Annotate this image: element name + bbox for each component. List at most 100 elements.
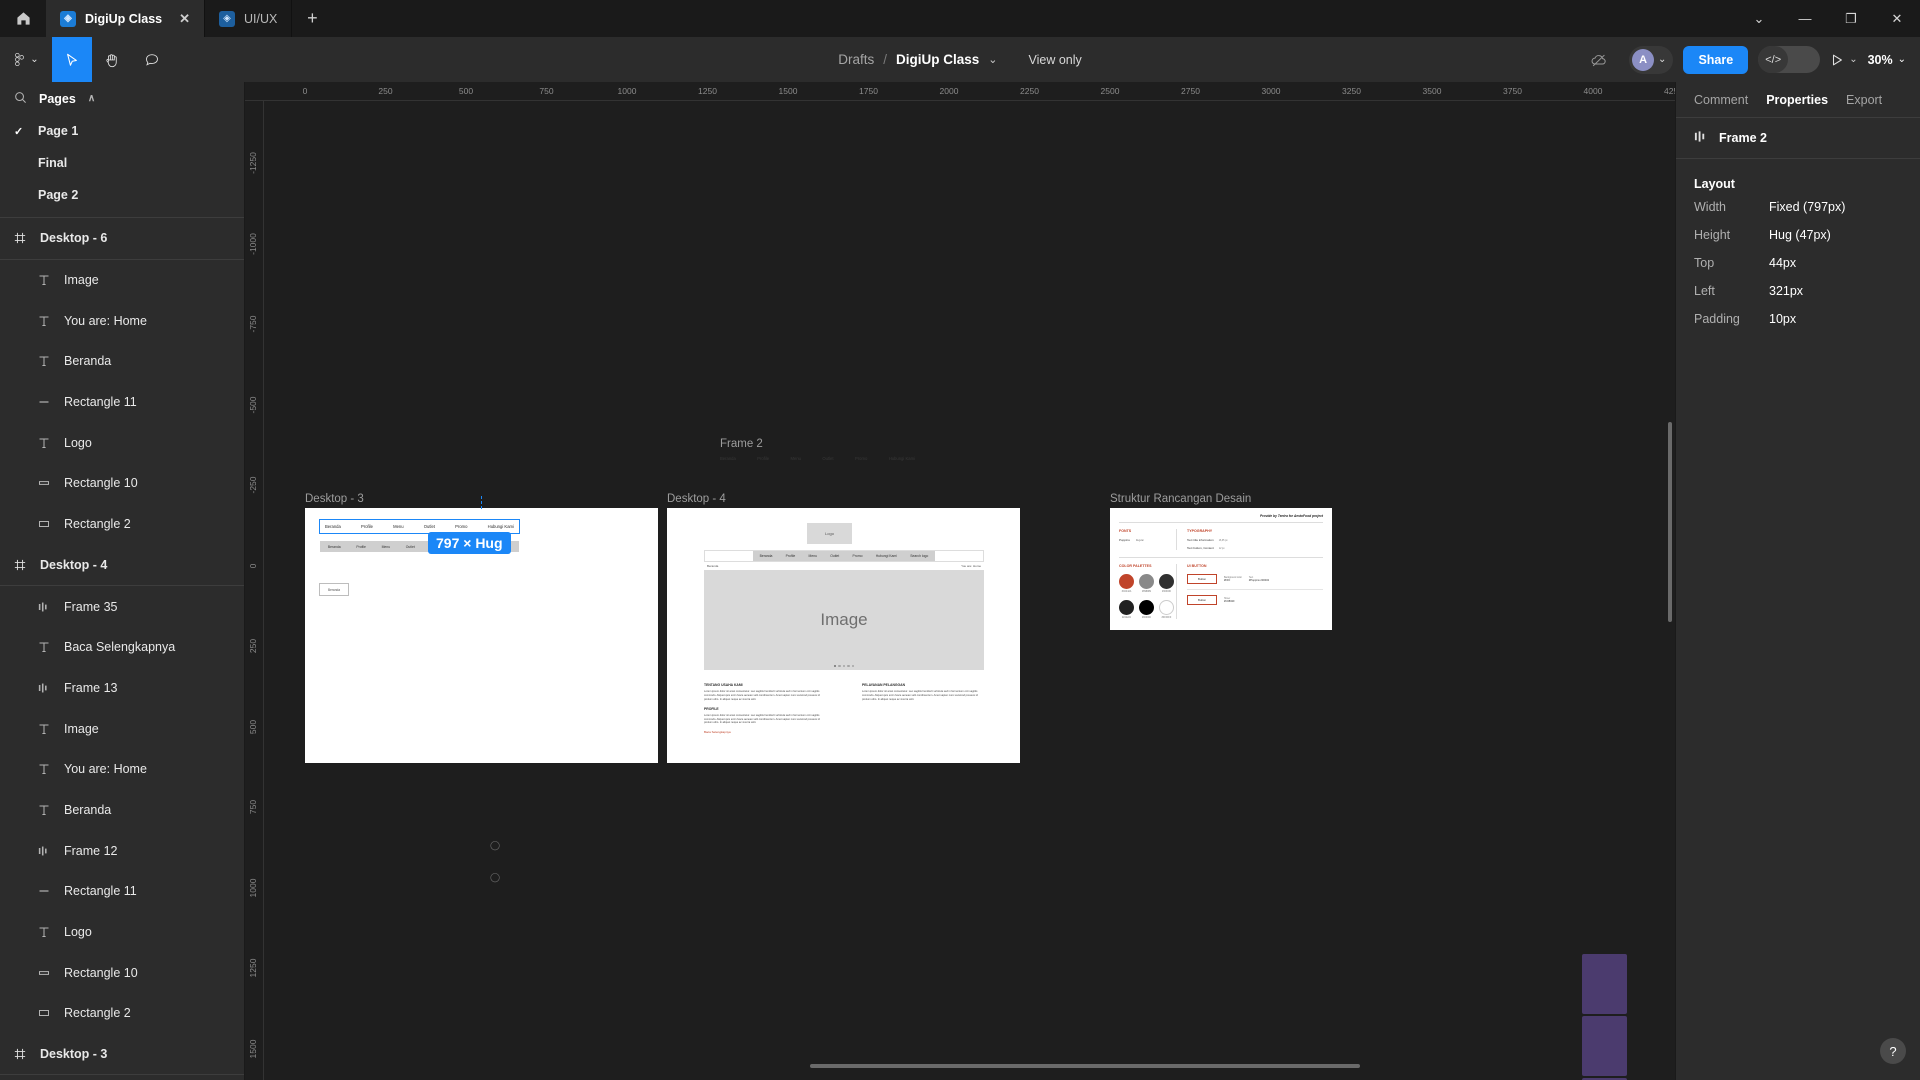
layer-row-desktop-3[interactable]: Desktop - 3 bbox=[0, 1034, 244, 1075]
thumbnail-item[interactable] bbox=[1582, 1016, 1627, 1076]
sample-button[interactable]: Button bbox=[1187, 574, 1217, 584]
baca-selengkapnya-link[interactable]: Baca Selengkapnya bbox=[704, 730, 829, 734]
layer-row-desktop-6[interactable]: Desktop - 6 bbox=[0, 218, 244, 259]
nav-item-outlet[interactable]: Outlet bbox=[406, 545, 415, 549]
layer-row-rectangle-11[interactable]: Rectangle 11 bbox=[0, 871, 244, 912]
layer-row-frame-35[interactable]: Frame 35 bbox=[0, 586, 244, 627]
cloud-offline-icon[interactable] bbox=[1579, 37, 1619, 82]
present-button[interactable]: ⌄ bbox=[1830, 53, 1858, 67]
breadcrumb-file-name[interactable]: DigiUp Class bbox=[896, 52, 979, 67]
canvas-horizontal-scrollbar[interactable] bbox=[810, 1064, 1360, 1068]
artboard-struktur-rancangan-desain[interactable]: Provide by Tentra for AestoFood project … bbox=[1110, 508, 1332, 630]
tab-properties[interactable]: Properties bbox=[1766, 93, 1828, 107]
tab-comment[interactable]: Comment bbox=[1694, 93, 1748, 107]
page-item-page-1[interactable]: ✓ Page 1 bbox=[0, 115, 244, 147]
property-value[interactable]: Hug (47px) bbox=[1769, 228, 1831, 242]
chevron-down-icon[interactable]: ⌄ bbox=[1658, 54, 1666, 65]
desktop4-nav-bar[interactable]: Beranda Profile Menu Outlet Promo Hubungi Kam… bbox=[704, 550, 984, 562]
nav-item-search-logo[interactable]: Search logo bbox=[910, 554, 928, 558]
horizontal-ruler[interactable]: 0 250 500 750 1000 1250 1500 1750 2000 2250 2500 27… bbox=[245, 82, 1675, 101]
tab-digiup-class[interactable]: ◈ DigiUp Class ✕ bbox=[46, 0, 206, 37]
nav-item-menu[interactable]: Menu bbox=[382, 545, 390, 549]
carousel-dots[interactable] bbox=[704, 665, 984, 668]
tab-ui-ux[interactable]: ◈ UI/UX bbox=[205, 0, 293, 37]
layer-row-beranda[interactable]: Beranda bbox=[0, 341, 244, 382]
artboard-desktop-4[interactable]: Logo Beranda Profile Menu Outlet Promo Hubung… bbox=[667, 508, 1020, 763]
chevron-down-icon[interactable]: ⌄ bbox=[988, 53, 997, 66]
nav-item-promo[interactable]: Promo bbox=[852, 554, 862, 558]
layer-row-frame-12-state3[interactable]: Frame 12/state3 bbox=[0, 1075, 244, 1080]
layer-row-rectangle-11[interactable]: Rectangle 11 bbox=[0, 382, 244, 423]
layer-row-rectangle-10[interactable]: Rectangle 10 bbox=[0, 463, 244, 504]
carousel-dot[interactable] bbox=[838, 665, 841, 668]
thumbnail-item[interactable] bbox=[1582, 954, 1627, 1014]
layer-row-image[interactable]: Image bbox=[0, 708, 244, 749]
maximize-button[interactable]: ❐ bbox=[1828, 0, 1874, 37]
property-value[interactable]: 10px bbox=[1769, 312, 1796, 326]
nav-item-promo[interactable]: Promo bbox=[455, 524, 467, 529]
breadcrumb-drafts[interactable]: Drafts bbox=[838, 52, 874, 67]
view-only-label[interactable]: View only bbox=[1029, 53, 1082, 67]
layer-row-beranda[interactable]: Beranda bbox=[0, 790, 244, 831]
carousel-dot[interactable] bbox=[851, 665, 854, 668]
carousel-dot[interactable] bbox=[842, 665, 846, 668]
property-value[interactable]: 44px bbox=[1769, 256, 1796, 270]
close-icon[interactable]: ✕ bbox=[179, 11, 190, 27]
artboard-label-desktop-3[interactable]: Desktop - 3 bbox=[305, 493, 364, 505]
pages-header[interactable]: Pages ∧ bbox=[0, 82, 244, 115]
layer-row-logo[interactable]: Logo bbox=[0, 422, 244, 463]
help-button[interactable]: ? bbox=[1880, 1038, 1906, 1064]
artboard-label-struktur[interactable]: Struktur Rancangan Desain bbox=[1110, 493, 1251, 505]
canvas-vertical-scrollbar[interactable] bbox=[1668, 422, 1672, 622]
tab-export[interactable]: Export bbox=[1846, 93, 1882, 107]
layer-row-logo[interactable]: Logo bbox=[0, 912, 244, 953]
beranda-button[interactable]: Beranda bbox=[319, 583, 349, 596]
nav-item-menu[interactable]: Menu bbox=[393, 524, 403, 529]
layer-row-frame-12[interactable]: Frame 12 bbox=[0, 830, 244, 871]
thumbnail-strip[interactable] bbox=[1580, 952, 1675, 1080]
property-value[interactable]: Fixed (797px) bbox=[1769, 200, 1845, 214]
carousel-dot[interactable] bbox=[847, 665, 850, 668]
layer-row-baca-selengkapnya[interactable]: Baca Selengkapnya bbox=[0, 627, 244, 668]
layer-row-you-are-home[interactable]: You are: Home bbox=[0, 300, 244, 341]
property-value[interactable]: 321px bbox=[1769, 284, 1803, 298]
nav-item-profile[interactable]: Profile bbox=[361, 524, 373, 529]
nav-item-menu[interactable]: Menu bbox=[809, 554, 817, 558]
home-button[interactable] bbox=[0, 0, 46, 37]
zoom-control[interactable]: 30% ⌄ bbox=[1868, 53, 1910, 67]
search-icon[interactable] bbox=[14, 91, 27, 107]
page-item-final[interactable]: Final bbox=[0, 147, 244, 179]
move-tool-button[interactable] bbox=[52, 37, 92, 82]
nav-item-hubungi-kami[interactable]: Hubungi Kami bbox=[488, 524, 514, 529]
nav-item-beranda[interactable]: Beranda bbox=[328, 545, 341, 549]
share-button[interactable]: Share bbox=[1683, 45, 1749, 74]
layer-row-rectangle-2[interactable]: Rectangle 2 bbox=[0, 504, 244, 545]
artboard-label-desktop-4[interactable]: Desktop - 4 bbox=[667, 493, 726, 505]
nav-item-hubungi-kami[interactable]: Hubungi Kami bbox=[876, 554, 897, 558]
carousel-dot[interactable] bbox=[834, 665, 837, 668]
nav-item-profile[interactable]: Profile bbox=[786, 554, 796, 558]
user-avatar-group[interactable]: A ⌄ bbox=[1629, 45, 1674, 74]
layer-row-frame-13[interactable]: Frame 13 bbox=[0, 668, 244, 709]
figma-menu-button[interactable]: ⌄ bbox=[0, 37, 52, 82]
artboard-label-frame-2[interactable]: Frame 2 bbox=[720, 438, 763, 450]
comment-tool-button[interactable] bbox=[132, 37, 172, 82]
chevron-up-icon[interactable]: ∧ bbox=[88, 93, 95, 104]
new-tab-button[interactable]: + bbox=[292, 0, 332, 37]
nav-item-outlet[interactable]: Outlet bbox=[424, 524, 435, 529]
nav-item-outlet[interactable]: Outlet bbox=[830, 554, 839, 558]
layer-row-image[interactable]: Image bbox=[0, 260, 244, 301]
layer-row-you-are-home[interactable]: You are: Home bbox=[0, 749, 244, 790]
nav-item-profile[interactable]: Profile bbox=[356, 545, 366, 549]
sample-button-hover[interactable]: Button bbox=[1187, 595, 1217, 605]
vertical-ruler[interactable]: -1250 -1000 -750 -500 -250 0 250 500 750 1000 1250… bbox=[245, 101, 264, 1080]
hand-tool-button[interactable] bbox=[92, 37, 132, 82]
nav-item-beranda[interactable]: Beranda bbox=[760, 554, 773, 558]
layer-row-desktop-4[interactable]: Desktop - 4 bbox=[0, 545, 244, 586]
layer-row-rectangle-2[interactable]: Rectangle 2 bbox=[0, 993, 244, 1034]
canvas[interactable]: 0 250 500 750 1000 1250 1500 1750 2000 2250 2500 27… bbox=[245, 82, 1675, 1080]
page-item-page-2[interactable]: Page 2 bbox=[0, 179, 244, 211]
layer-row-rectangle-10[interactable]: Rectangle 10 bbox=[0, 952, 244, 993]
dev-mode-toggle[interactable]: </> bbox=[1758, 46, 1821, 73]
nav-item-beranda[interactable]: Beranda bbox=[325, 524, 341, 529]
